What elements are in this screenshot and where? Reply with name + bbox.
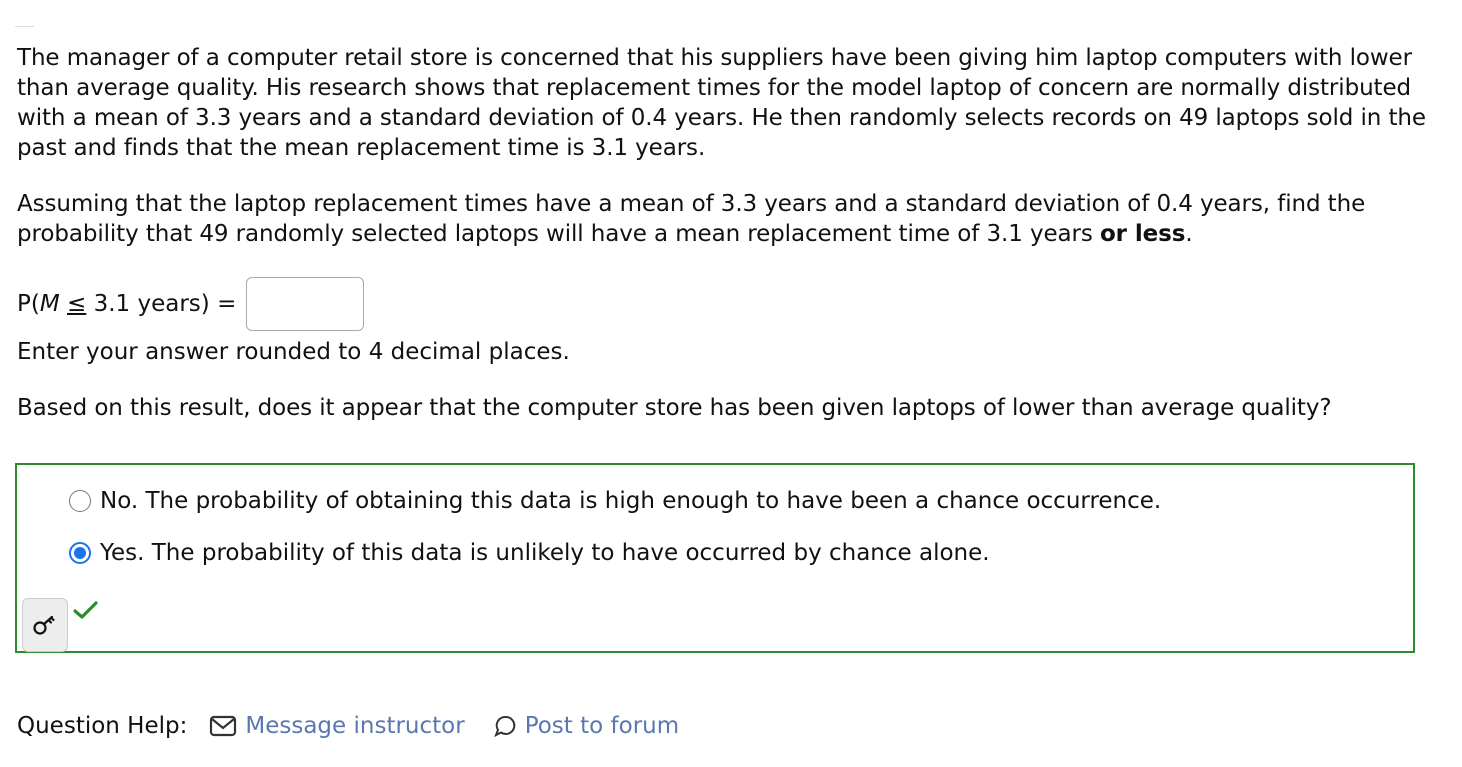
choice-yes[interactable]: Yes. The probability of this data is unl…	[69, 536, 990, 570]
answer-hint: Enter your answer rounded to 4 decimal p…	[17, 339, 570, 365]
correct-check-icon	[73, 601, 98, 619]
choice-group: No. The probability of obtaining this da…	[15, 463, 1415, 653]
equation-prefix: P(	[17, 291, 40, 317]
follow-up-question: Based on this result, does it appear tha…	[17, 395, 1332, 421]
equation-label: P(M ≤ 3.1 years) =	[17, 291, 236, 317]
divider	[15, 26, 34, 27]
probability-equation: P(M ≤ 3.1 years) =	[17, 276, 365, 332]
show-answer-button[interactable]	[22, 598, 68, 652]
post-to-forum-link[interactable]: Post to forum	[493, 713, 679, 739]
answer-input[interactable]	[246, 277, 365, 331]
choice-no-label: No. The probability of obtaining this da…	[100, 488, 1162, 514]
choice-yes-label: Yes. The probability of this data is unl…	[100, 540, 990, 566]
task-end: .	[1185, 221, 1193, 247]
problem-task: Assuming that the laptop replacement tim…	[17, 189, 1437, 249]
message-instructor-link[interactable]: Message instructor	[209, 713, 465, 739]
equation-suffix: 3.1 years)	[86, 291, 210, 317]
radio-no[interactable]	[69, 490, 91, 512]
question-help: Question Help: Message instructor Post t…	[17, 706, 679, 746]
choice-no[interactable]: No. The probability of obtaining this da…	[69, 484, 1161, 518]
equation-operator: ≤	[67, 291, 87, 317]
task-bold: or less	[1099, 221, 1186, 247]
equation-variable: M	[39, 291, 60, 317]
message-instructor-label: Message instructor	[245, 713, 465, 739]
key-icon	[33, 615, 55, 635]
help-label: Question Help:	[17, 713, 188, 739]
radio-yes[interactable]	[69, 542, 91, 564]
problem-intro: The manager of a computer retail store i…	[17, 45, 1426, 161]
equation-equals: =	[217, 291, 237, 317]
post-to-forum-label: Post to forum	[524, 713, 680, 739]
mail-icon	[210, 715, 237, 737]
speech-bubble-icon	[493, 715, 515, 738]
